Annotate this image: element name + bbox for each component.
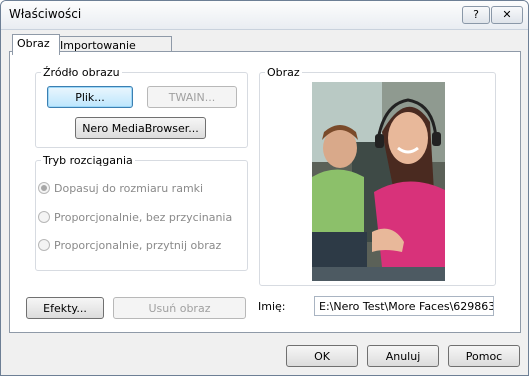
close-button[interactable]: ✕ bbox=[491, 6, 523, 24]
preview-label: Obraz bbox=[265, 66, 302, 79]
radio-circle bbox=[38, 211, 50, 223]
radio-label: Proporcjonalnie, przytnij obraz bbox=[54, 239, 222, 252]
file-button[interactable]: Plik... bbox=[47, 86, 133, 108]
ok-button[interactable]: OK bbox=[286, 345, 358, 367]
help-title-button[interactable]: ? bbox=[462, 6, 490, 24]
name-label: Imię: bbox=[258, 300, 286, 313]
radio-fit-frame[interactable]: Dopasuj do rozmiaru ramki bbox=[38, 182, 203, 195]
nero-mediabrowser-button[interactable]: Nero MediaBrowser... bbox=[75, 117, 206, 139]
properties-dialog: Właściwości ? ✕ Obraz Importowanie obraz… bbox=[0, 0, 529, 376]
radio-label: Proporcjonalnie, bez przycinania bbox=[54, 211, 233, 224]
tab-obraz[interactable]: Obraz bbox=[12, 34, 60, 55]
cancel-button[interactable]: Anuluj bbox=[367, 345, 439, 367]
effects-button[interactable]: Efekty... bbox=[26, 297, 104, 319]
radio-proportional-no-crop[interactable]: Proporcjonalnie, bez przycinania bbox=[38, 211, 232, 224]
twain-button[interactable]: TWAIN... bbox=[147, 86, 237, 108]
question-icon: ? bbox=[473, 8, 479, 21]
radio-label: Dopasuj do rozmiaru ramki bbox=[54, 182, 204, 195]
image-source-label: Źródło obrazu bbox=[41, 66, 122, 79]
help-button[interactable]: Pomoc bbox=[448, 345, 520, 367]
radio-circle bbox=[38, 239, 50, 251]
window-title: Właściwości bbox=[9, 7, 82, 21]
radio-circle bbox=[38, 182, 50, 194]
stretch-mode-label: Tryb rozciągania bbox=[41, 154, 135, 167]
radio-proportional-crop[interactable]: Proporcjonalnie, przytnij obraz bbox=[38, 239, 221, 252]
tab-label: Obraz bbox=[17, 37, 50, 50]
remove-image-button[interactable]: Usuń obraz bbox=[113, 297, 246, 319]
title-bar: Właściwości ? ✕ bbox=[1, 1, 528, 30]
preview-image bbox=[312, 82, 445, 281]
close-icon: ✕ bbox=[502, 8, 512, 21]
name-input[interactable]: E:\Nero Test\More Faces\6298634- bbox=[314, 296, 494, 316]
photo-illustration bbox=[312, 82, 445, 281]
